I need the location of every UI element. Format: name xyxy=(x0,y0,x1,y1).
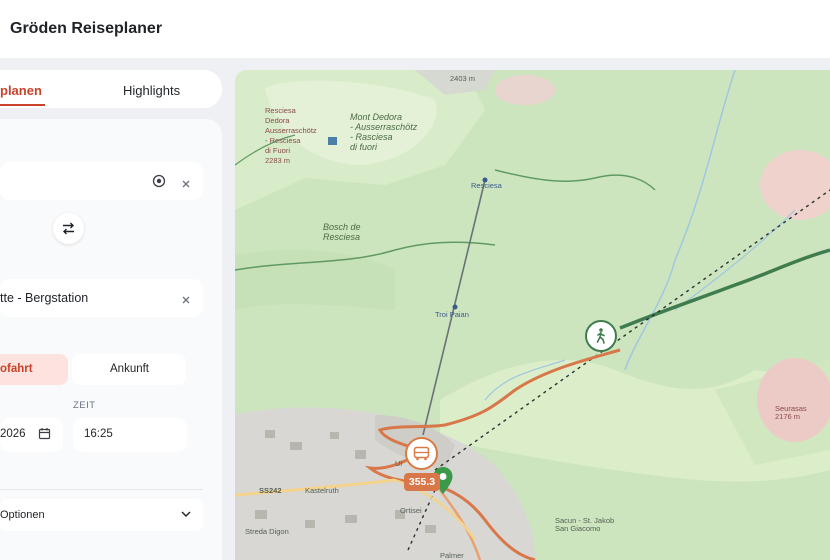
from-field[interactable] xyxy=(0,162,203,200)
elevation-badge: 355.3 xyxy=(404,473,440,491)
date-value: 2026 xyxy=(0,428,26,440)
label-troi-paian: Troi Paian xyxy=(435,310,469,319)
calendar-icon[interactable] xyxy=(38,427,51,440)
label-resciesa-station: Resciesa xyxy=(471,181,502,190)
to-field-value: tte - Bergstation xyxy=(0,291,89,305)
label-kastelruth: Kastelruth xyxy=(305,486,339,495)
label-ortisei: Ortisei xyxy=(400,506,422,515)
hiking-marker[interactable] xyxy=(585,320,617,352)
clear-to-icon[interactable] xyxy=(181,295,191,305)
map[interactable]: Resciesa Dedora Ausserraschötz - Rescies… xyxy=(235,70,830,560)
departure-label: ofahrt xyxy=(0,363,33,375)
time-value: 16:25 xyxy=(84,428,113,440)
label-summit: 2403 m xyxy=(450,74,476,83)
chevron-down-icon[interactable] xyxy=(181,510,191,518)
swap-icon xyxy=(63,222,74,235)
tab-highlights[interactable]: Highlights xyxy=(123,83,180,98)
time-label: ZEIT xyxy=(73,400,96,411)
app-title: Gröden Reiseplaner xyxy=(10,20,163,37)
top-bar: Gröden Reiseplaner xyxy=(0,0,830,58)
departure-toggle[interactable]: ofahrt xyxy=(0,354,68,385)
label-palmer: Palmer xyxy=(440,551,464,560)
arrival-label: Ankunft xyxy=(110,363,149,375)
bus-icon xyxy=(413,446,430,461)
divider xyxy=(0,489,203,490)
label-streda-digon: Streda Digon xyxy=(245,527,289,536)
hiker-icon xyxy=(596,328,605,344)
label-bosch: Bosch de Resciesa xyxy=(323,222,361,242)
label-sacun: Sacun - St. Jakob San Giacomo xyxy=(555,516,615,533)
active-tab-indicator xyxy=(0,104,45,106)
tab-plan[interactable]: planen xyxy=(0,83,42,98)
locate-icon[interactable] xyxy=(152,174,166,188)
arrival-toggle[interactable]: Ankunft xyxy=(72,354,186,385)
label-seurasas: Seurasas 2176 m xyxy=(775,404,807,421)
label-ulrich: Ul xyxy=(395,459,403,468)
label-resciesa-dedora: Resciesa Dedora Ausserraschötz - Rescies… xyxy=(265,106,317,165)
options-label: Optionen xyxy=(0,509,45,521)
swap-button[interactable] xyxy=(53,213,84,244)
tab-bar: planen Highlights xyxy=(0,70,222,108)
label-mont-dedora: Mont Dedora - Ausserraschötz - Rasciesa … xyxy=(350,112,418,152)
clear-from-icon[interactable] xyxy=(181,179,191,189)
label-road-number: SS242 xyxy=(259,486,282,495)
